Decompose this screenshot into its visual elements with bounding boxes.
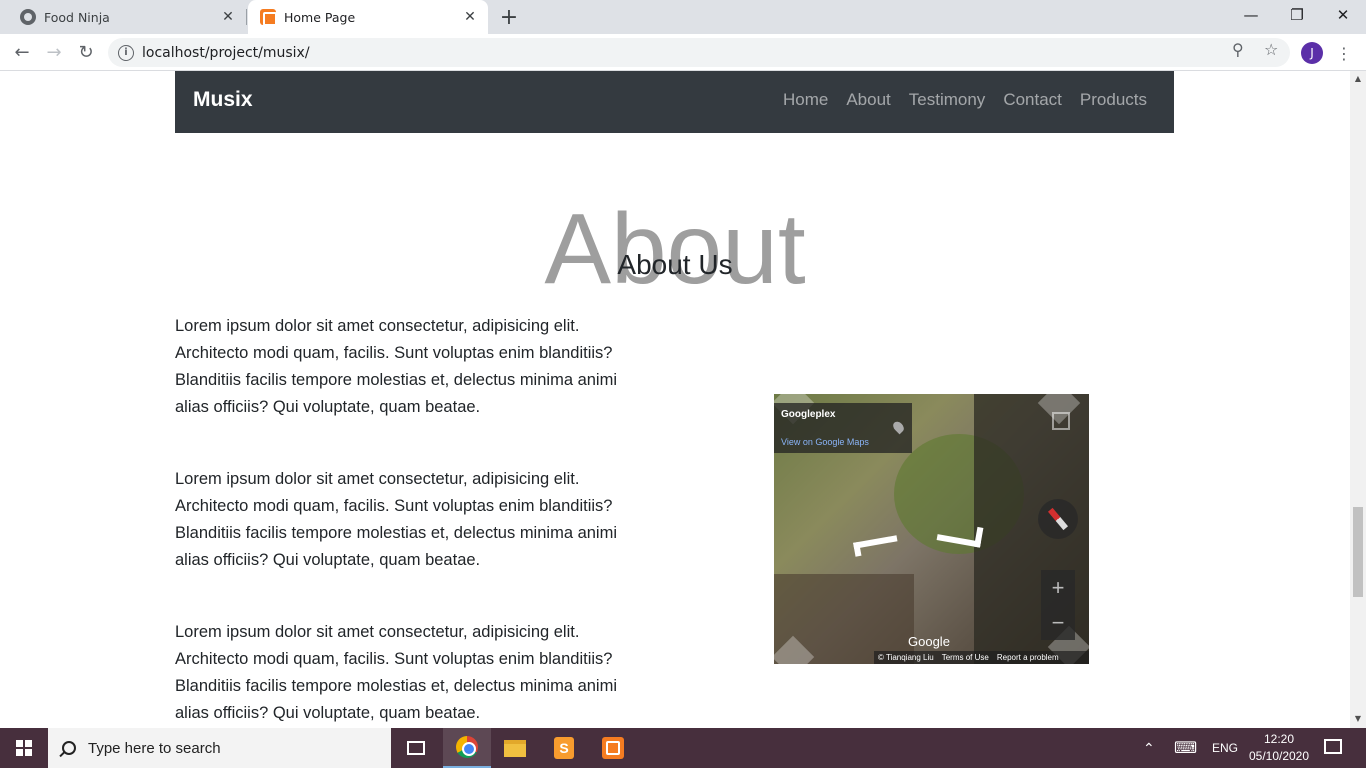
clock-date: 05/10/2020 (1248, 749, 1310, 763)
tab-title: Food Ninja (44, 9, 110, 25)
fullscreen-icon[interactable] (1052, 412, 1070, 430)
xampp-favicon-icon (260, 9, 277, 26)
about-paragraph: Lorem ipsum dolor sit amet consectetur, … (175, 470, 618, 569)
new-tab-button[interactable]: + (496, 4, 522, 30)
page-scrollbar[interactable]: ▲ ▼ (1350, 71, 1366, 728)
show-hidden-icons-icon[interactable]: ⌃ (1143, 728, 1155, 768)
windows-logo-icon (16, 740, 32, 756)
folder-icon (504, 739, 526, 757)
site-navbar: Musix Home About Testimony Contact Produ… (175, 71, 1174, 133)
view-on-google-maps-link[interactable]: View on Google Maps (781, 437, 869, 447)
street-view-embed[interactable]: Googleplex View on Google Maps + − Googl… (774, 394, 1089, 664)
tab-title: Home Page (284, 9, 356, 25)
about-paragraph: Lorem ipsum dolor sit amet consectetur, … (175, 317, 618, 416)
browser-menu-icon[interactable]: ⋮ (1336, 40, 1352, 66)
sv-zoom-control: + − (1041, 570, 1075, 640)
zoom-icon[interactable]: ⚲ (1232, 40, 1244, 59)
nav-links: Home About Testimony Contact Products (783, 90, 1147, 110)
section-title: About Us (617, 249, 733, 280)
address-bar[interactable]: i localhost/project/musix/ (108, 38, 1290, 67)
nav-link-testimony[interactable]: Testimony (909, 90, 986, 110)
notification-center-icon[interactable] (1324, 739, 1342, 754)
sv-terms-link[interactable]: Terms of Use (942, 653, 989, 662)
nav-link-home[interactable]: Home (783, 90, 828, 110)
nav-link-about[interactable]: About (846, 90, 890, 110)
taskbar-chrome[interactable] (443, 728, 491, 768)
tab-separator (246, 9, 247, 25)
start-button[interactable] (0, 728, 48, 768)
taskbar-search-box[interactable]: Type here to search (48, 728, 391, 768)
profile-avatar[interactable]: J (1301, 42, 1323, 64)
zoom-out-button[interactable]: − (1041, 605, 1075, 640)
nav-link-products[interactable]: Products (1080, 90, 1147, 110)
taskbar-sublime-text[interactable]: S (540, 728, 588, 768)
task-view-button[interactable] (392, 728, 440, 768)
map-pin-icon (891, 419, 906, 435)
site-brand[interactable]: Musix (193, 88, 253, 112)
keyboard-icon[interactable]: ⌨ (1174, 728, 1197, 768)
close-tab-icon[interactable]: ✕ (458, 5, 482, 29)
windows-taskbar: Type here to search S ⌃ ⌨ ENG 12:20 05/1… (0, 728, 1366, 768)
taskbar-clock[interactable]: 12:20 05/10/2020 (1242, 731, 1316, 765)
scroll-thumb[interactable] (1353, 507, 1363, 597)
clock-time: 12:20 (1263, 732, 1295, 746)
task-view-icon (407, 741, 425, 755)
close-window-button[interactable]: ✕ (1320, 0, 1366, 30)
sv-report-link[interactable]: Report a problem (997, 653, 1059, 662)
tab-home-page[interactable]: Home Page ✕ (248, 0, 488, 34)
forward-icon[interactable]: → (40, 38, 68, 66)
taskbar-file-explorer[interactable] (491, 728, 539, 768)
scroll-down-icon[interactable]: ▼ (1353, 714, 1363, 724)
sv-attribution: © Tianqiang Liu (878, 653, 934, 662)
compass-needle (1047, 507, 1069, 531)
chrome-icon (456, 736, 478, 758)
xampp-icon (602, 737, 624, 759)
sv-place-name: Googleplex (781, 409, 836, 420)
about-paragraph: Lorem ipsum dolor sit amet consectetur, … (175, 623, 618, 722)
browser-toolbar: ← → ↻ i localhost/project/musix/ ⚲ ☆ (0, 34, 1366, 71)
site-info-icon[interactable]: i (118, 44, 134, 61)
search-placeholder: Type here to search (88, 739, 221, 757)
minimize-button[interactable]: — (1228, 0, 1274, 30)
nav-link-contact[interactable]: Contact (1003, 90, 1062, 110)
taskbar-xampp[interactable] (589, 728, 637, 768)
sublime-text-icon: S (554, 737, 574, 759)
close-tab-icon[interactable]: ✕ (216, 5, 240, 29)
scroll-up-icon[interactable]: ▲ (1353, 74, 1363, 84)
page-viewport: Musix Home About Testimony Contact Produ… (0, 71, 1350, 728)
bookmark-star-icon[interactable]: ☆ (1264, 40, 1278, 59)
browser-tabstrip: Food Ninja ✕ Home Page ✕ + — ❐ ✕ (0, 0, 1366, 34)
tab-food-ninja[interactable]: Food Ninja ✕ (8, 0, 246, 34)
google-logo: Google (908, 634, 950, 649)
sv-nav-arrow-left[interactable] (853, 535, 899, 557)
back-icon[interactable]: ← (8, 38, 36, 66)
compass-icon[interactable] (1038, 499, 1078, 539)
reload-icon[interactable]: ↻ (72, 38, 100, 66)
search-icon (62, 741, 76, 755)
sv-info-card: Googleplex View on Google Maps (774, 403, 912, 453)
restore-button[interactable]: ❐ (1274, 0, 1320, 30)
url-text[interactable]: localhost/project/musix/ (142, 45, 310, 61)
sv-attribution-bar: © Tianqiang Liu Terms of Use Report a pr… (874, 651, 1089, 664)
globe-icon (20, 9, 36, 25)
zoom-in-button[interactable]: + (1041, 570, 1075, 605)
language-indicator[interactable]: ENG (1212, 728, 1238, 768)
